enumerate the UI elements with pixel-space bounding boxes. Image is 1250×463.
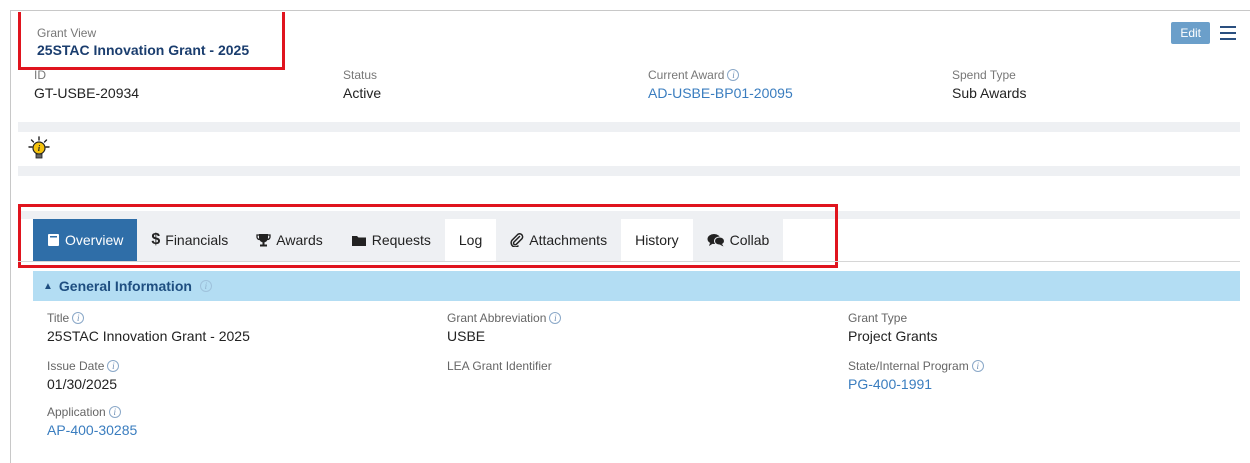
divider-band bbox=[18, 122, 1240, 132]
info-id: ID GT-USBE-20934 bbox=[34, 68, 139, 101]
application-label: Application i bbox=[47, 405, 137, 419]
edit-button[interactable]: Edit bbox=[1171, 22, 1210, 44]
info-current-award: Current Award i AD-USBE-BP01-20095 bbox=[648, 68, 793, 101]
tab-label: Attachments bbox=[529, 232, 608, 248]
id-value: GT-USBE-20934 bbox=[34, 85, 140, 101]
grant-abbreviation-label: Grant Abbreviation i bbox=[447, 311, 562, 325]
grant-view-label: Grant View bbox=[37, 26, 97, 40]
lea-grant-identifier-label: LEA Grant Identifier bbox=[447, 359, 552, 373]
spend-type-label: Spend Type bbox=[952, 68, 1016, 82]
info-spend-type: Spend Type Sub Awards bbox=[952, 68, 1026, 101]
tab-requests[interactable]: Requests bbox=[336, 219, 445, 261]
status-label: Status bbox=[343, 68, 378, 82]
issue-date-label: Issue Date i bbox=[47, 359, 120, 373]
tab-log[interactable]: Log bbox=[444, 219, 497, 261]
field-grant-abbreviation: Grant Abbreviation i USBE bbox=[447, 311, 562, 344]
info-icon[interactable]: i bbox=[199, 280, 212, 292]
lightbulb-icon[interactable]: i bbox=[26, 136, 52, 162]
section-title: General Information bbox=[58, 278, 192, 294]
grant-type-label: Grant Type bbox=[848, 311, 908, 325]
title-label: Title i bbox=[47, 311, 250, 325]
issue-date-label-text: Issue Date bbox=[47, 359, 105, 373]
current-award-label: Current Award i bbox=[648, 68, 793, 82]
field-state-internal-program: State/Internal Program i PG-400-1991 bbox=[848, 359, 984, 392]
info-icon[interactable]: i bbox=[727, 69, 740, 81]
tab-label: History bbox=[635, 232, 679, 248]
id-label: ID bbox=[34, 68, 46, 82]
state-internal-program-label: State/Internal Program i bbox=[848, 359, 984, 373]
tab-collab[interactable]: Collab bbox=[692, 219, 784, 261]
trophy-icon bbox=[256, 234, 271, 247]
application-link[interactable]: AP-400-30285 bbox=[47, 422, 137, 438]
tab-history[interactable]: History bbox=[621, 219, 693, 261]
hamburger-menu-icon[interactable] bbox=[1220, 26, 1236, 40]
info-icon[interactable]: i bbox=[971, 360, 984, 372]
info-icon[interactable]: i bbox=[549, 312, 562, 324]
divider-band bbox=[18, 166, 1240, 176]
state-internal-program-label-text: State/Internal Program bbox=[848, 359, 969, 373]
tab-label: Awards bbox=[276, 232, 323, 248]
info-icon[interactable]: i bbox=[107, 360, 120, 372]
field-application: Application i AP-400-30285 bbox=[47, 405, 137, 438]
folder-icon bbox=[351, 235, 366, 246]
title-label-text: Title bbox=[47, 311, 70, 325]
tab-overview[interactable]: Overview bbox=[33, 219, 138, 261]
tab-label: Log bbox=[458, 232, 483, 248]
top-actions: Edit bbox=[1171, 22, 1236, 44]
tab-label: Requests bbox=[371, 232, 431, 248]
tab-financials[interactable]: $ Financials bbox=[137, 219, 243, 261]
current-award-link[interactable]: AD-USBE-BP01-20095 bbox=[648, 85, 793, 101]
issue-date-value: 01/30/2025 bbox=[47, 376, 118, 392]
book-icon bbox=[48, 234, 59, 246]
tabs-underline bbox=[18, 261, 1240, 262]
tab-label: Overview bbox=[65, 232, 124, 248]
chat-icon bbox=[707, 234, 725, 247]
tab-label: Financials bbox=[165, 232, 229, 248]
tab-label: Collab bbox=[729, 232, 770, 248]
title-value: 25STAC Innovation Grant - 2025 bbox=[47, 328, 250, 344]
tab-attachments[interactable]: Attachments bbox=[496, 219, 622, 261]
application-label-text: Application bbox=[47, 405, 106, 419]
info-icon[interactable]: i bbox=[108, 406, 121, 418]
tab-awards[interactable]: Awards bbox=[242, 219, 337, 261]
grant-abbreviation-value: USBE bbox=[447, 328, 486, 344]
tab-bar: Overview $ Financials Awards Requests Lo… bbox=[33, 219, 784, 261]
dollar-icon: $ bbox=[151, 231, 161, 248]
caret-up-icon: ▲ bbox=[43, 280, 53, 292]
grant-title: 25STAC Innovation Grant - 2025 bbox=[37, 42, 250, 58]
grant-header: Grant View 25STAC Innovation Grant - 202… bbox=[18, 12, 285, 70]
spend-type-value: Sub Awards bbox=[952, 85, 1027, 101]
field-title: Title i 25STAC Innovation Grant - 2025 bbox=[47, 311, 250, 344]
info-icon[interactable]: i bbox=[72, 312, 85, 324]
field-lea-grant-identifier: LEA Grant Identifier bbox=[447, 359, 552, 373]
current-award-label-text: Current Award bbox=[648, 68, 725, 82]
info-status: Status Active bbox=[343, 68, 381, 101]
paperclip-icon bbox=[510, 233, 524, 247]
state-internal-program-link[interactable]: PG-400-1991 bbox=[848, 376, 984, 392]
grant-abbreviation-label-text: Grant Abbreviation bbox=[447, 311, 547, 325]
field-issue-date: Issue Date i 01/30/2025 bbox=[47, 359, 120, 392]
grant-type-value: Project Grants bbox=[848, 328, 938, 344]
status-value: Active bbox=[343, 85, 382, 101]
field-grant-type: Grant Type Project Grants bbox=[848, 311, 937, 344]
grant-info-row: ID GT-USBE-20934 Status Active Current A… bbox=[18, 68, 1240, 120]
general-information-header[interactable]: ▲ General Information i bbox=[33, 271, 1240, 301]
